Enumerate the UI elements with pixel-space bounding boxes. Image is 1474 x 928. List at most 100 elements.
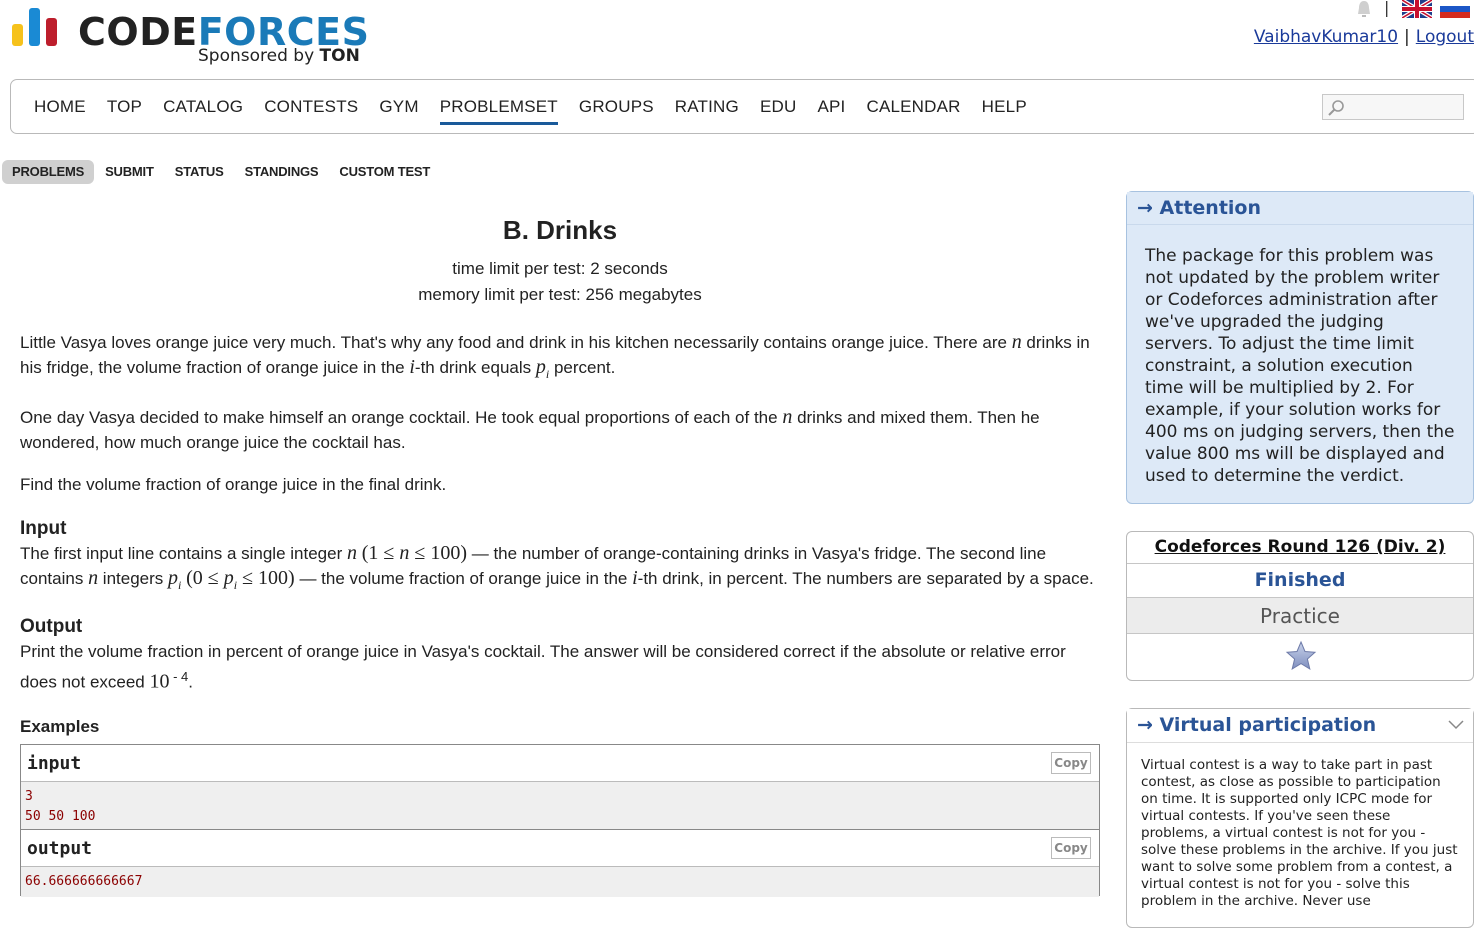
submenu-custom-test[interactable]: CUSTOM TEST — [329, 160, 440, 184]
username-link[interactable]: VaibhavKumar10 — [1254, 27, 1398, 47]
memory-limit-value: 256 megabytes — [585, 285, 702, 304]
contest-status: Finished — [1127, 564, 1473, 598]
sample-input-header: input Copy — [21, 745, 1099, 782]
menu-item-rating[interactable]: RATING — [675, 97, 739, 125]
p1-text-a: Little Vasya loves orange juice very muc… — [20, 333, 1007, 352]
sample-input-box: input Copy 3 50 50 100 — [20, 744, 1100, 832]
legend-paragraph-2: One day Vasya decided to make himself an… — [20, 405, 1100, 455]
attention-text: The package for this problem was not upd… — [1145, 246, 1455, 486]
menu-item-groups[interactable]: GROUPS — [579, 97, 654, 125]
search-icon — [1328, 100, 1344, 116]
user-links: VaibhavKumar10 | Logout — [1254, 27, 1474, 47]
logo-bar-red — [46, 18, 57, 46]
contest-title-link[interactable]: Codeforces Round 126 (Div. 2) — [1127, 532, 1473, 564]
constraint2-p-sub: i — [233, 578, 238, 592]
favourite-row — [1127, 634, 1473, 680]
user-separator: | — [1404, 27, 1410, 47]
p1-text-d: percent. — [553, 358, 616, 377]
input-p-sub: i — [178, 578, 182, 592]
constraint1-n: n — [399, 542, 410, 564]
logo-bar-yellow — [12, 24, 23, 46]
copy-input-button[interactable]: Copy — [1051, 752, 1091, 774]
output-specification: Print the volume fraction in percent of … — [20, 639, 1100, 695]
sample-input-label: input — [27, 753, 82, 774]
input-var-p: pi — [168, 567, 182, 592]
p1-p-sub: i — [545, 367, 550, 381]
input-p-base: p — [168, 567, 179, 589]
output-end: . — [188, 672, 194, 692]
virtual-participation-box: → Virtual participation Virtual contest … — [1126, 708, 1474, 928]
submenu-problems[interactable]: PROBLEMS — [2, 160, 95, 184]
memory-limit-label: memory limit per test: — [418, 285, 581, 304]
sample-output-header: output Copy — [21, 830, 1099, 867]
constraint2-p: pi — [223, 567, 238, 592]
p2-var-n: n — [782, 406, 793, 428]
contest-practice[interactable]: Practice — [1127, 598, 1473, 634]
constraint2-p-base: p — [223, 567, 234, 589]
menu-item-edu[interactable]: EDU — [760, 97, 797, 125]
menu-item-api[interactable]: API — [817, 97, 845, 125]
problem-title: B. Drinks — [502, 215, 618, 245]
main-menu: HOME TOP CATALOG CONTESTS GYM PROBLEMSET… — [10, 79, 1474, 134]
input-var-n2: n — [88, 567, 99, 589]
output-text-a: Print the volume fraction in percent of … — [20, 642, 1066, 692]
constraint1-close: ≤ 100) — [414, 542, 467, 564]
output-section-title: Output — [20, 616, 83, 637]
time-limit-label: time limit per test: — [452, 259, 586, 278]
problemset-submenu: PROBLEMS SUBMIT STATUS STANDINGS CUSTOM … — [2, 160, 441, 184]
logout-link[interactable]: Logout — [1416, 27, 1474, 47]
sample-output-box: output Copy 66.666666666667 — [20, 829, 1100, 897]
menu-item-help[interactable]: HELP — [982, 97, 1027, 125]
constraint2-open: (0 ≤ — [186, 567, 219, 589]
submenu-status[interactable]: STATUS — [165, 160, 234, 184]
problem-limits: time limit per test: 2 seconds memory li… — [20, 256, 1100, 308]
time-limit-value: 2 seconds — [590, 259, 668, 278]
menu-item-problemset[interactable]: PROBLEMSET — [439, 97, 558, 125]
p1-var-n: n — [1011, 331, 1022, 353]
copy-output-button[interactable]: Copy — [1051, 837, 1091, 859]
memory-limit: memory limit per test: 256 megabytes — [20, 282, 1100, 308]
english-flag-icon[interactable] — [1402, 0, 1432, 18]
legend-paragraph-3: Find the volume fraction of orange juice… — [20, 475, 447, 494]
codeforces-logo[interactable]: CODEFORCES Sponsored by TON — [10, 6, 370, 68]
virtual-caption-text: → Virtual participation — [1137, 714, 1377, 736]
sample-input-content[interactable]: 3 50 50 100 — [21, 782, 1099, 832]
submenu-submit[interactable]: SUBMIT — [95, 160, 164, 184]
language-bar: | — [1354, 0, 1474, 20]
menu-item-home[interactable]: HOME — [34, 97, 86, 125]
bell-icon[interactable] — [1354, 0, 1374, 18]
menu-item-catalog[interactable]: CATALOG — [163, 97, 243, 125]
menu-item-contests[interactable]: CONTESTS — [264, 97, 358, 125]
input-text-e: -th drink, in percent. The numbers are s… — [637, 569, 1094, 588]
constraint2-close: ≤ 100) — [242, 567, 295, 589]
problem-statement: B. Drinks time limit per test: 2 seconds… — [20, 212, 1100, 739]
star-icon[interactable] — [1285, 640, 1317, 672]
russian-flag-icon[interactable] — [1440, 0, 1470, 18]
search-box — [1322, 94, 1464, 120]
input-specification: The first input line contains a single i… — [20, 541, 1100, 598]
logo-word-code: CODE — [78, 10, 198, 54]
sample-output-label: output — [27, 838, 93, 859]
sponsor-line: Sponsored by TON — [198, 46, 360, 66]
menu-item-gym[interactable]: GYM — [379, 97, 418, 125]
input-constraint-1: (1 ≤ n ≤ 100) — [362, 542, 467, 564]
input-text-a: The first input line contains a single i… — [20, 544, 343, 563]
input-text-d: — the volume fraction of orange juice in… — [299, 569, 628, 588]
sponsor-prefix: Sponsored by — [198, 46, 315, 66]
logo-bar-blue — [29, 8, 40, 46]
menu-item-calendar[interactable]: CALENDAR — [866, 97, 960, 125]
output-exponent: - 4 — [169, 669, 189, 684]
output-exp-base: 10 — [149, 670, 170, 693]
chevron-down-icon[interactable] — [1447, 718, 1465, 732]
sponsor-name: TON — [319, 46, 360, 66]
sample-output-content[interactable]: 66.666666666667 — [21, 867, 1099, 897]
input-text-c: integers — [102, 569, 164, 588]
virtual-text: Virtual contest is a way to take part in… — [1141, 757, 1458, 909]
lang-separator: | — [1384, 0, 1390, 17]
p1-var-p: pi — [536, 356, 550, 381]
menu-item-top[interactable]: TOP — [107, 97, 142, 125]
p2-text-a: One day Vasya decided to make himself an… — [20, 408, 778, 427]
time-limit: time limit per test: 2 seconds — [20, 256, 1100, 282]
submenu-standings[interactable]: STANDINGS — [235, 160, 329, 184]
virtual-caption[interactable]: → Virtual participation — [1127, 709, 1473, 743]
